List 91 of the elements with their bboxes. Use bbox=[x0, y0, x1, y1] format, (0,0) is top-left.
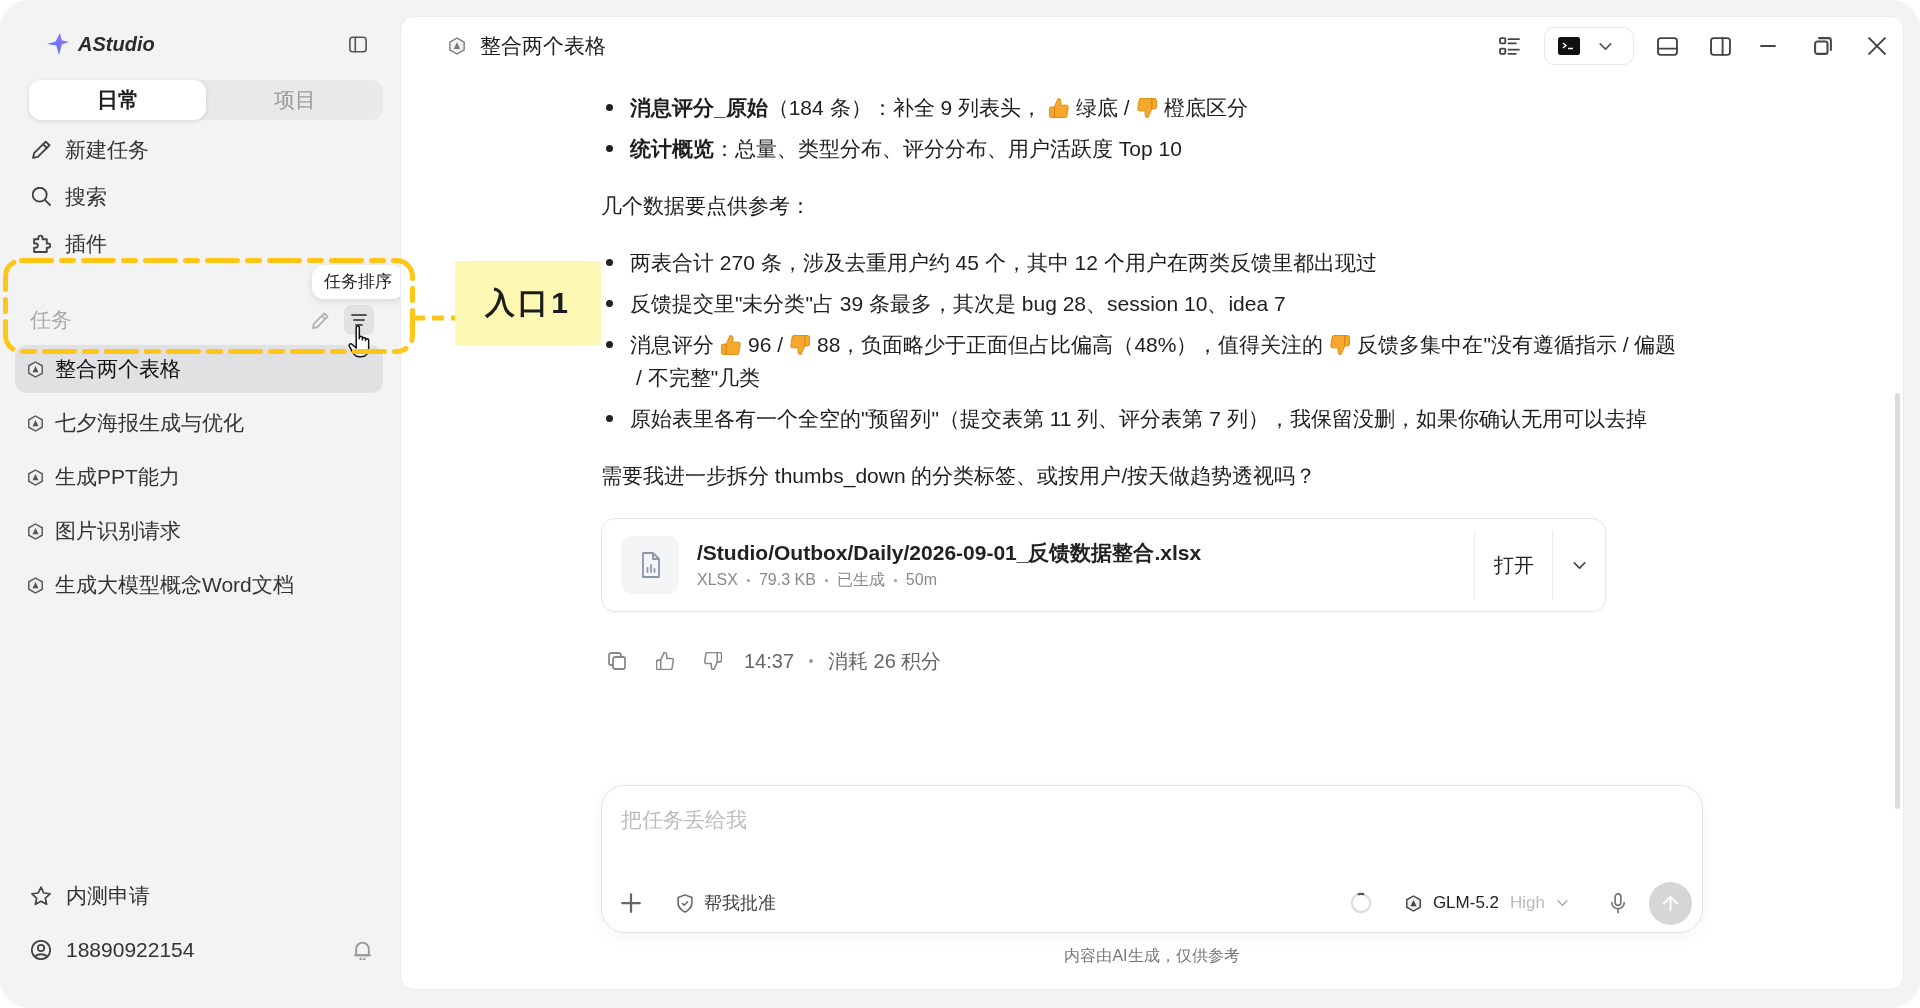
approve-button[interactable]: 帮我批准 bbox=[677, 891, 776, 915]
copy-icon[interactable] bbox=[608, 652, 626, 670]
sidebar-toggle-icon[interactable] bbox=[349, 35, 367, 53]
thumbs-down-icon[interactable] bbox=[704, 652, 722, 670]
model-selector[interactable]: GLM-5.2 High bbox=[1405, 893, 1568, 913]
hexagon-icon bbox=[1405, 894, 1421, 912]
plus-icon[interactable] bbox=[621, 893, 641, 913]
hexagon-icon bbox=[449, 37, 465, 55]
file-meta: 50m bbox=[905, 570, 937, 590]
search-icon bbox=[32, 187, 51, 206]
nav-item[interactable]: 搜索 bbox=[15, 173, 383, 220]
file-meta: 已生成 bbox=[836, 570, 885, 590]
conversation-title: 整合两个表格 bbox=[480, 33, 606, 59]
list-item-text: / 不完整"几类 bbox=[636, 365, 761, 391]
task-item[interactable]: 七夕海报生成与优化 bbox=[15, 399, 383, 447]
bell-icon[interactable] bbox=[354, 940, 371, 960]
pencil-icon bbox=[32, 140, 51, 159]
thumbs-down-icon bbox=[1136, 98, 1157, 118]
panel-right-icon[interactable] bbox=[1710, 36, 1731, 56]
list-item-text: 橙底区分 bbox=[1163, 95, 1248, 121]
connector-line bbox=[413, 315, 455, 321]
terminal-icon bbox=[1558, 37, 1580, 55]
list-icon[interactable] bbox=[1499, 36, 1520, 56]
chevron-down-icon bbox=[1557, 900, 1568, 906]
file-path: /Studio/Outbox/Daily/2026-09-01_反馈数据整合.xlsx bbox=[697, 540, 1202, 566]
chevron-down-icon[interactable] bbox=[1599, 42, 1612, 50]
paragraph-text: 几个数据要点供参考： bbox=[601, 194, 811, 217]
task-item[interactable]: 图片识别请求 bbox=[15, 507, 383, 555]
arrow-up-icon bbox=[1663, 895, 1678, 911]
message-time: 14:37 bbox=[744, 649, 795, 673]
sort-icon bbox=[351, 314, 367, 326]
terminal-switcher[interactable] bbox=[1544, 27, 1634, 65]
list-item-text: 反馈多集中在"没有遵循指示 / 偏题 bbox=[1357, 332, 1677, 358]
bullet-icon bbox=[606, 104, 613, 111]
nav-item[interactable]: 插件 bbox=[15, 220, 383, 267]
thumbs-down-icon bbox=[1330, 335, 1351, 355]
hexagon-icon bbox=[28, 522, 43, 540]
file-meta: XLSX bbox=[697, 570, 738, 590]
section-title: 任务 bbox=[30, 307, 72, 333]
hexagon-icon bbox=[28, 360, 43, 378]
user-icon bbox=[31, 940, 51, 960]
bullet-icon bbox=[606, 341, 613, 348]
task-item[interactable]: 生成PPT能力 bbox=[15, 453, 383, 501]
thumbs-down-icon bbox=[790, 335, 811, 355]
sort-button[interactable] bbox=[344, 305, 374, 335]
shield-check-icon bbox=[677, 893, 693, 913]
callout-label: 入口1 bbox=[455, 261, 601, 345]
list-item-text: 反馈提交里"未分类"占 39 条最多，其次是 bug 28、session 10、idea 7 bbox=[630, 291, 1286, 317]
disclaimer-text: 内容由AI生成，仅供参考 bbox=[1064, 946, 1240, 966]
bullet-icon bbox=[606, 300, 613, 307]
thumbs-up-icon bbox=[721, 335, 741, 355]
list-item-text: 统计概览：总量、类型分布、评分分布、用户活跃度 Top 10 bbox=[630, 136, 1182, 162]
task-item[interactable]: 生成大模型概念Word文档 bbox=[15, 561, 383, 609]
file-meta: 79.3 KB bbox=[758, 570, 816, 590]
star-icon bbox=[31, 886, 51, 906]
sparkle-logo-icon bbox=[47, 33, 69, 55]
list-item-text: 绿底 / bbox=[1075, 95, 1130, 121]
app-name: AStudio bbox=[78, 32, 155, 56]
composer-box[interactable]: 把任务丢给我 帮我批准 GLM-5.2 High bbox=[601, 785, 1703, 933]
spreadsheet-file-icon bbox=[621, 536, 679, 594]
hexagon-icon bbox=[28, 468, 43, 486]
open-button[interactable]: 打开 bbox=[1475, 543, 1552, 587]
minimize-icon[interactable] bbox=[1759, 45, 1777, 47]
list-item-text: 消息评分_原始（184 条）：补全 9 列表头， bbox=[630, 95, 1042, 121]
spinner-icon bbox=[1349, 892, 1372, 914]
list-item-text: 两表合计 270 条，涉及去重用户约 45 个，其中 12 个用户在两类反馈里都出现过 bbox=[630, 250, 1377, 276]
account-item[interactable]: 18890922154 bbox=[15, 923, 195, 977]
credits-cost: 消耗 26 积分 bbox=[828, 648, 942, 674]
list-item-text: 消息评分 bbox=[630, 332, 714, 358]
panel-bottom-icon[interactable] bbox=[1657, 36, 1678, 56]
bullet-icon bbox=[606, 259, 613, 266]
scrollbar-thumb[interactable] bbox=[1895, 393, 1900, 809]
task-input[interactable]: 把任务丢给我 bbox=[602, 786, 1702, 881]
list-item-text: 96 / bbox=[748, 332, 784, 358]
hexagon-icon bbox=[28, 414, 43, 432]
bullet-icon bbox=[606, 415, 613, 422]
list-item-text: 88，负面略少于正面但占比偏高（48%），值得关注的 bbox=[817, 332, 1324, 358]
restore-icon[interactable] bbox=[1814, 37, 1832, 55]
bullet-icon bbox=[606, 145, 613, 152]
puzzle-icon bbox=[32, 234, 51, 253]
thumbs-up-icon[interactable] bbox=[656, 652, 674, 670]
tab[interactable]: 日常 bbox=[29, 80, 206, 120]
list-item-text: 原始表里各有一个全空的"预留列"（提交表第 11 列、评分表第 7 列），我保留没删，如果你确认无用可以去掉 bbox=[630, 406, 1647, 432]
microphone-icon[interactable] bbox=[1610, 892, 1626, 914]
nav-item[interactable]: 新建任务 bbox=[15, 126, 383, 173]
hexagon-icon bbox=[28, 576, 43, 594]
thumbs-up-icon bbox=[1048, 98, 1069, 118]
paragraph-text: 需要我进一步拆分 thumbs_down 的分类标签、或按用户/按天做趋势透视吗？ bbox=[601, 464, 1317, 487]
close-icon[interactable] bbox=[1868, 37, 1886, 55]
beta-apply-item[interactable]: 内测申请 bbox=[15, 869, 383, 923]
chevron-down-icon bbox=[1572, 561, 1586, 569]
